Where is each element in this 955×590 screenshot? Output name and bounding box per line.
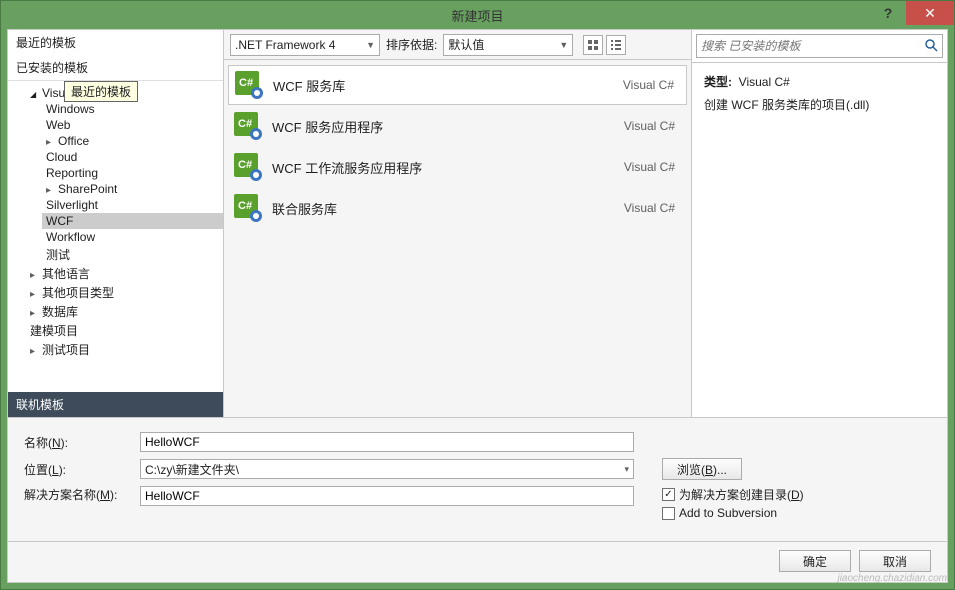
tree-item-office[interactable]: Office xyxy=(42,133,223,149)
template-list: C# WCF 服务库 Visual C# C# WCF 服务应用程序 Visua… xyxy=(224,60,691,417)
sort-value: 默认值 xyxy=(448,36,484,53)
template-item[interactable]: C# WCF 服务应用程序 Visual C# xyxy=(228,106,687,146)
dialog-window: 新建项目 ? ✕ 最近的模板 已安装的模板 Visual C# Windows … xyxy=(0,0,955,590)
tree-item-test[interactable]: 测试 xyxy=(42,245,223,264)
cancel-button[interactable]: 取消 xyxy=(859,550,931,572)
browse-button[interactable]: 浏览(B)... xyxy=(662,458,742,480)
sort-combo[interactable]: 默认值 ▼ xyxy=(443,34,573,56)
name-input[interactable] xyxy=(140,432,634,452)
checkbox-icon: ✓ xyxy=(662,488,675,501)
view-medium-icon[interactable] xyxy=(583,35,603,55)
right-pane: 类型: Visual C# 创建 WCF 服务类库的项目(.dll) xyxy=(691,30,947,417)
description-panel: 类型: Visual C# 创建 WCF 服务类库的项目(.dll) xyxy=(692,63,947,125)
template-lang: Visual C# xyxy=(624,160,675,174)
description-text: 创建 WCF 服务类库的项目(.dll) xyxy=(704,96,935,115)
template-tree: Visual C# Windows Web Office Cloud Repor… xyxy=(8,81,223,392)
add-svn-label: Add to Subversion xyxy=(679,506,777,520)
tree-item-reporting[interactable]: Reporting xyxy=(42,165,223,181)
sort-label: 排序依据: xyxy=(386,36,437,53)
template-name: 联合服务库 xyxy=(272,199,614,218)
tree-item-windows[interactable]: Windows xyxy=(42,101,223,117)
template-lang: Visual C# xyxy=(623,78,674,92)
tree-other-project-types[interactable]: 其他项目类型 xyxy=(26,283,223,302)
view-small-icon[interactable] xyxy=(606,35,626,55)
online-templates-header[interactable]: 联机模板 xyxy=(8,392,223,417)
close-button[interactable]: ✕ xyxy=(906,1,954,25)
search-field[interactable] xyxy=(701,39,924,53)
create-dir-checkbox[interactable]: ✓ 为解决方案创建目录(D) xyxy=(662,486,804,503)
tree-database[interactable]: 数据库 xyxy=(26,302,223,321)
search-icon xyxy=(924,38,938,55)
type-value: Visual C# xyxy=(739,75,790,89)
template-lang: Visual C# xyxy=(624,119,675,133)
content-area: 最近的模板 已安装的模板 Visual C# Windows Web Offic… xyxy=(7,29,948,583)
add-svn-checkbox[interactable]: Add to Subversion xyxy=(662,506,804,520)
tree-item-silverlight[interactable]: Silverlight xyxy=(42,197,223,213)
svg-text:C#: C# xyxy=(239,77,253,89)
title-bar: 新建项目 ? ✕ xyxy=(1,1,954,29)
tree-item-web[interactable]: Web xyxy=(42,117,223,133)
svg-text:C#: C# xyxy=(238,200,252,212)
framework-combo[interactable]: .NET Framework 4 ▼ xyxy=(230,34,380,56)
chevron-down-icon: ▾ xyxy=(618,464,629,475)
svg-text:C#: C# xyxy=(238,159,252,171)
csharp-wcf-icon: C# xyxy=(234,194,262,222)
template-item[interactable]: C# WCF 服务库 Visual C# xyxy=(228,65,687,105)
svg-text:C#: C# xyxy=(238,118,252,130)
search-input[interactable] xyxy=(696,34,943,58)
type-label: 类型: xyxy=(704,75,732,89)
tree-item-cloud[interactable]: Cloud xyxy=(42,149,223,165)
tree-modeling[interactable]: 建模项目 xyxy=(26,321,223,340)
template-name: WCF 工作流服务应用程序 xyxy=(272,158,614,177)
csharp-wcf-icon: C# xyxy=(234,112,262,140)
location-value: C:\zy\新建文件夹\ xyxy=(145,461,239,478)
window-title: 新建项目 xyxy=(1,6,954,25)
template-name: WCF 服务应用程序 xyxy=(272,117,614,136)
location-combo[interactable]: C:\zy\新建文件夹\ ▾ xyxy=(140,459,634,479)
chevron-down-icon: ▼ xyxy=(553,40,568,50)
framework-value: .NET Framework 4 xyxy=(235,38,335,52)
tree-item-workflow[interactable]: Workflow xyxy=(42,229,223,245)
form-area: 名称(N): 位置(L): C:\zy\新建文件夹\ ▾ 浏览(B)... 解决… xyxy=(8,418,947,541)
recent-templates-header[interactable]: 最近的模板 xyxy=(8,30,223,55)
template-item[interactable]: C# 联合服务库 Visual C# xyxy=(228,188,687,228)
checkbox-icon xyxy=(662,507,675,520)
location-label: 位置(L): xyxy=(24,461,136,478)
tooltip: 最近的模板 xyxy=(64,81,138,102)
solution-name-label: 解决方案名称(M): xyxy=(24,486,136,503)
csharp-wcf-icon: C# xyxy=(235,71,263,99)
tree-other-languages[interactable]: 其他语言 xyxy=(26,264,223,283)
name-label: 名称(N): xyxy=(24,434,136,451)
csharp-wcf-icon: C# xyxy=(234,153,262,181)
center-toolbar: .NET Framework 4 ▼ 排序依据: 默认值 ▼ xyxy=(224,30,691,60)
installed-templates-header[interactable]: 已安装的模板 xyxy=(8,55,223,81)
template-item[interactable]: C# WCF 工作流服务应用程序 Visual C# xyxy=(228,147,687,187)
tree-test-project[interactable]: 测试项目 xyxy=(26,340,223,359)
ok-button[interactable]: 确定 xyxy=(779,550,851,572)
tree-item-sharepoint[interactable]: SharePoint xyxy=(42,181,223,197)
template-lang: Visual C# xyxy=(624,201,675,215)
solution-name-input[interactable] xyxy=(140,486,634,506)
help-button[interactable]: ? xyxy=(870,1,906,25)
center-pane: .NET Framework 4 ▼ 排序依据: 默认值 ▼ xyxy=(224,30,691,417)
create-dir-label: 为解决方案创建目录(D) xyxy=(679,486,804,503)
chevron-down-icon: ▼ xyxy=(360,40,375,50)
dialog-buttons: 确定 取消 xyxy=(8,541,947,582)
template-name: WCF 服务库 xyxy=(273,76,613,95)
tree-item-wcf[interactable]: WCF xyxy=(42,213,223,229)
